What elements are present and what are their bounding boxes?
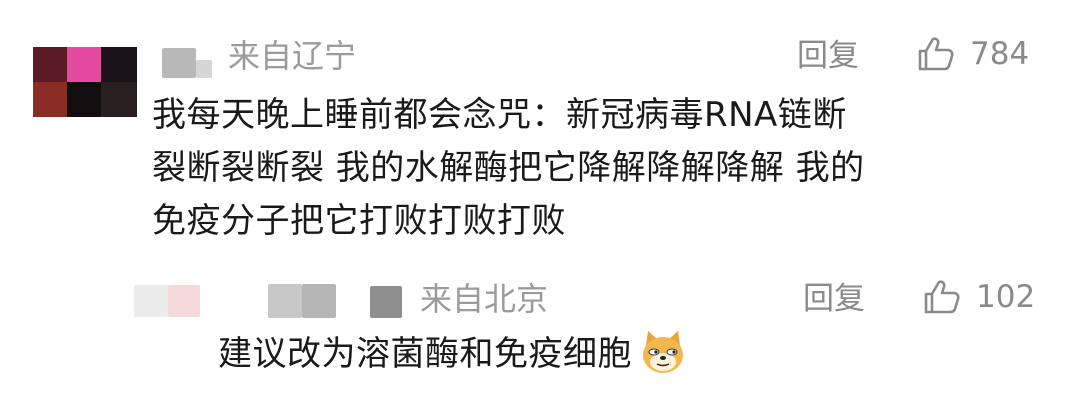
reply-body: 建议改为溶菌酶和免疫细胞 xyxy=(218,327,688,381)
commenter-avatar[interactable] xyxy=(33,47,137,117)
comment-body: 我每天晚上睡前都会念咒：新冠病毒RNA链断 裂断裂断裂 我的水解酶把它降解降解降… xyxy=(152,89,865,248)
comment-location: 来自辽宁 xyxy=(228,37,357,75)
comment-text-line: 裂断裂断裂 我的水解酶把它降解降解降解 我的 xyxy=(152,148,865,188)
reply-like-button[interactable]: 102 xyxy=(922,277,1035,317)
doge-emoji-icon xyxy=(638,327,688,381)
thumbs-up-icon xyxy=(916,34,956,74)
comment-reply-button[interactable]: 回复 xyxy=(797,37,859,75)
thumbs-up-icon xyxy=(922,277,962,317)
comment-like-count: 784 xyxy=(970,36,1030,72)
reply-avatar-redacted[interactable] xyxy=(130,283,206,319)
comment-text-line: 我每天晚上睡前都会念咒：新冠病毒RNA链断 xyxy=(152,95,847,135)
commenter-username-redacted[interactable] xyxy=(158,38,218,82)
reply-like-count: 102 xyxy=(976,279,1036,315)
reply-location: 来自北京 xyxy=(420,280,549,318)
comment-text-line: 免疫分子把它打败打败打败 xyxy=(152,201,566,241)
reply-reply-button[interactable]: 回复 xyxy=(803,280,865,318)
reply-username-redacted[interactable] xyxy=(268,282,408,322)
reply-text: 建议改为溶菌酶和免疫细胞 xyxy=(218,333,632,374)
comment-like-button[interactable]: 784 xyxy=(916,34,1029,74)
